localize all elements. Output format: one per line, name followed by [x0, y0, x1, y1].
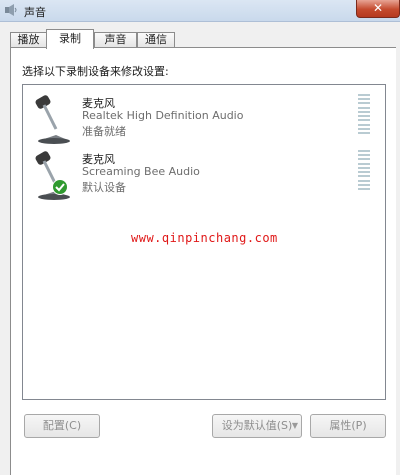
microphone-icon — [35, 95, 70, 144]
tab-sounds[interactable]: 声音 — [94, 32, 137, 48]
level-meter — [358, 94, 370, 134]
dropdown-arrow-icon[interactable]: ▼ — [292, 415, 298, 437]
device-driver: Screaming Bee Audio — [82, 165, 200, 178]
title-bar: 声音 ✕ — [0, 0, 400, 22]
tab-playback[interactable]: 播放 — [10, 32, 47, 48]
set-default-label: 设为默认值(S) — [221, 419, 293, 432]
tab-recording[interactable]: 录制 — [46, 29, 94, 49]
device-status: 准备就绪 — [82, 125, 126, 138]
device-item-realtek[interactable]: 麦克风 Realtek High Definition Audio 准备就绪 — [24, 89, 384, 145]
close-button[interactable]: ✕ — [356, 0, 400, 18]
device-item-screaming-bee[interactable]: 麦克风 Screaming Bee Audio 默认设备 — [24, 145, 384, 201]
set-default-button[interactable]: 设为默认值(S) ▼ — [212, 414, 302, 438]
speaker-icon — [5, 4, 17, 16]
instruction-text: 选择以下录制设备来修改设置: — [22, 65, 169, 78]
properties-button[interactable]: 属性(P) — [310, 414, 386, 438]
level-meter — [358, 150, 370, 190]
device-status: 默认设备 — [82, 181, 126, 194]
tab-communications[interactable]: 通信 — [137, 32, 175, 48]
window-title: 声音 — [24, 6, 46, 19]
device-driver: Realtek High Definition Audio — [82, 109, 244, 122]
configure-button[interactable]: 配置(C) — [24, 414, 100, 438]
default-check-icon — [52, 179, 68, 195]
watermark-text: www.qinpinchang.com — [131, 231, 278, 245]
